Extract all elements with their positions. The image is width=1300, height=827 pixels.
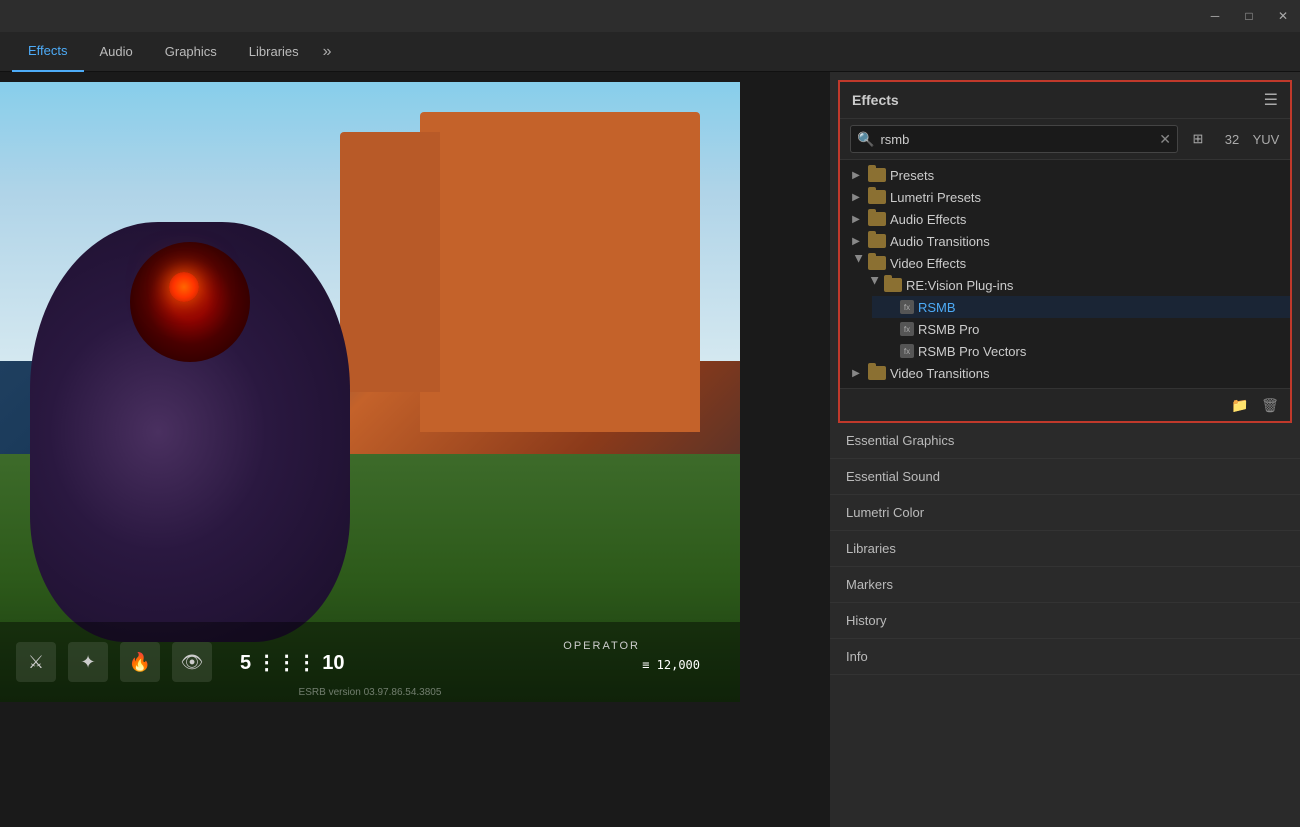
tree-item-audio-effects[interactable]: ▶ Audio Effects	[840, 208, 1290, 230]
side-panel-item-history[interactable]: History	[830, 603, 1300, 639]
tree-label-video-effects: Video Effects	[890, 256, 966, 271]
effect-icon-rsmb-pro-vectors: fx	[900, 344, 914, 358]
search-icon: 🔍	[857, 131, 874, 148]
effects-panel: Effects ☰ 🔍 ✕ ⊞ 32 YUV ▶	[838, 80, 1292, 423]
folder-icon-video-transitions	[868, 366, 886, 380]
side-panel-item-info[interactable]: Info	[830, 639, 1300, 675]
tabs-more-button[interactable]: »	[315, 43, 340, 61]
search-clear-button[interactable]: ✕	[1159, 131, 1171, 148]
version-text: ESRB version 03.97.86.54.3805	[299, 687, 442, 698]
effects-toolbar: 🔍 ✕ ⊞ 32 YUV	[840, 119, 1290, 160]
tree-label-presets: Presets	[890, 168, 934, 183]
tab-effects[interactable]: Effects	[12, 32, 84, 72]
effects-panel-title: Effects	[852, 92, 899, 108]
effect-icon-rsmb: fx	[900, 300, 914, 314]
toolbar-btn-32bit[interactable]: 32	[1218, 125, 1246, 153]
scene-building	[420, 112, 700, 432]
minimize-button[interactable]: ─	[1206, 7, 1224, 25]
tree-label-video-transitions: Video Transitions	[890, 366, 990, 381]
effects-menu-icon[interactable]: ☰	[1264, 90, 1278, 110]
delete-button[interactable]: 🗑	[1258, 393, 1282, 417]
toolbar-btn-grid[interactable]: ⊞	[1184, 125, 1212, 153]
side-panel-item-markers[interactable]: Markers	[830, 567, 1300, 603]
hud-ammo: ≡ 12,000	[642, 658, 700, 672]
new-folder-button[interactable]: 📁	[1228, 393, 1252, 417]
tree-item-video-effects[interactable]: ▶ Video Effects	[840, 252, 1290, 274]
main-content: ⚔ ✦ 🔥 👁 5 ⋮⋮⋮ 10 OPERATOR ≡ 12,000 ESRB …	[0, 72, 1300, 827]
tree-item-video-transitions[interactable]: ▶ Video Transitions	[840, 362, 1290, 384]
hud-counter: 5 ⋮⋮⋮ 10	[240, 650, 344, 675]
tree-list: ▶ Presets ▶ Lumetri Presets ▶ Audio Effe…	[840, 160, 1290, 388]
side-panel-item-libraries[interactable]: Libraries	[830, 531, 1300, 567]
side-panel-items: Essential Graphics Essential Sound Lumet…	[830, 423, 1300, 827]
tree-label-rsmb-pro-vectors: RSMB Pro Vectors	[918, 344, 1026, 359]
tree-label-lumetri-presets: Lumetri Presets	[890, 190, 981, 205]
folder-icon-lumetri	[868, 190, 886, 204]
video-placeholder: ⚔ ✦ 🔥 👁 5 ⋮⋮⋮ 10 OPERATOR ≡ 12,000 ESRB …	[0, 82, 740, 702]
tree-arrow-lumetri: ▶	[848, 189, 864, 205]
title-bar: ─ □ ✕	[0, 0, 1300, 32]
hud-icon-3: 🔥	[120, 642, 160, 682]
video-area: ⚔ ✦ 🔥 👁 5 ⋮⋮⋮ 10 OPERATOR ≡ 12,000 ESRB …	[0, 72, 830, 827]
tree-label-audio-transitions: Audio Transitions	[890, 234, 990, 249]
tree-item-rsmb[interactable]: ▶ fx RSMB	[872, 296, 1290, 318]
tree-arrow-revision: ▶	[864, 277, 880, 293]
side-panel-item-essential-sound[interactable]: Essential Sound	[830, 459, 1300, 495]
hud-icon-2: ✦	[68, 642, 108, 682]
tab-bar: Effects Audio Graphics Libraries »	[0, 32, 1300, 72]
effects-panel-footer: 📁 🗑	[840, 388, 1290, 421]
video-frame: ⚔ ✦ 🔥 👁 5 ⋮⋮⋮ 10 OPERATOR ≡ 12,000 ESRB …	[0, 82, 740, 702]
tree-item-lumetri-presets[interactable]: ▶ Lumetri Presets	[840, 186, 1290, 208]
toolbar-btn-yuv[interactable]: YUV	[1252, 125, 1280, 153]
tree-item-rsmb-pro[interactable]: ▶ fx RSMB Pro	[872, 318, 1290, 340]
side-panel-item-essential-graphics[interactable]: Essential Graphics	[830, 423, 1300, 459]
folder-icon-audio-transitions	[868, 234, 886, 248]
folder-icon-revision	[884, 278, 902, 292]
tree-item-revision-plugins[interactable]: ▶ RE:Vision Plug-ins	[856, 274, 1290, 296]
tree-item-rsmb-pro-vectors[interactable]: ▶ fx RSMB Pro Vectors	[872, 340, 1290, 362]
tree-label-rsmb: RSMB	[918, 300, 956, 315]
tree-arrow-video-effects: ▶	[848, 255, 864, 271]
search-box: 🔍 ✕	[850, 125, 1178, 153]
tab-audio[interactable]: Audio	[84, 32, 149, 72]
tree-arrow-audio-effects: ▶	[848, 211, 864, 227]
tree-arrow-video-transitions: ▶	[848, 365, 864, 381]
tab-libraries[interactable]: Libraries	[233, 32, 315, 72]
close-button[interactable]: ✕	[1274, 7, 1292, 25]
hud-icon-1: ⚔	[16, 642, 56, 682]
tree-label-rsmb-pro: RSMB Pro	[918, 322, 979, 337]
search-input[interactable]	[880, 132, 1153, 147]
folder-icon-video-effects	[868, 256, 886, 270]
tree-item-audio-transitions[interactable]: ▶ Audio Transitions	[840, 230, 1290, 252]
right-panel: Effects ☰ 🔍 ✕ ⊞ 32 YUV ▶	[830, 72, 1300, 827]
effects-panel-header: Effects ☰	[840, 82, 1290, 119]
tree-label-audio-effects: Audio Effects	[890, 212, 966, 227]
tree-label-revision: RE:Vision Plug-ins	[906, 278, 1013, 293]
side-panel-item-lumetri-color[interactable]: Lumetri Color	[830, 495, 1300, 531]
tree-arrow-audio-transitions: ▶	[848, 233, 864, 249]
tree-item-presets[interactable]: ▶ Presets	[840, 164, 1290, 186]
scene-character	[30, 222, 350, 642]
tab-graphics[interactable]: Graphics	[149, 32, 233, 72]
folder-icon-audio-effects	[868, 212, 886, 226]
effect-icon-rsmb-pro: fx	[900, 322, 914, 336]
folder-icon-presets	[868, 168, 886, 182]
hud-icon-4: 👁	[172, 642, 212, 682]
hud-operator-label: OPERATOR	[563, 640, 640, 652]
maximize-button[interactable]: □	[1240, 7, 1258, 25]
tree-arrow-presets: ▶	[848, 167, 864, 183]
